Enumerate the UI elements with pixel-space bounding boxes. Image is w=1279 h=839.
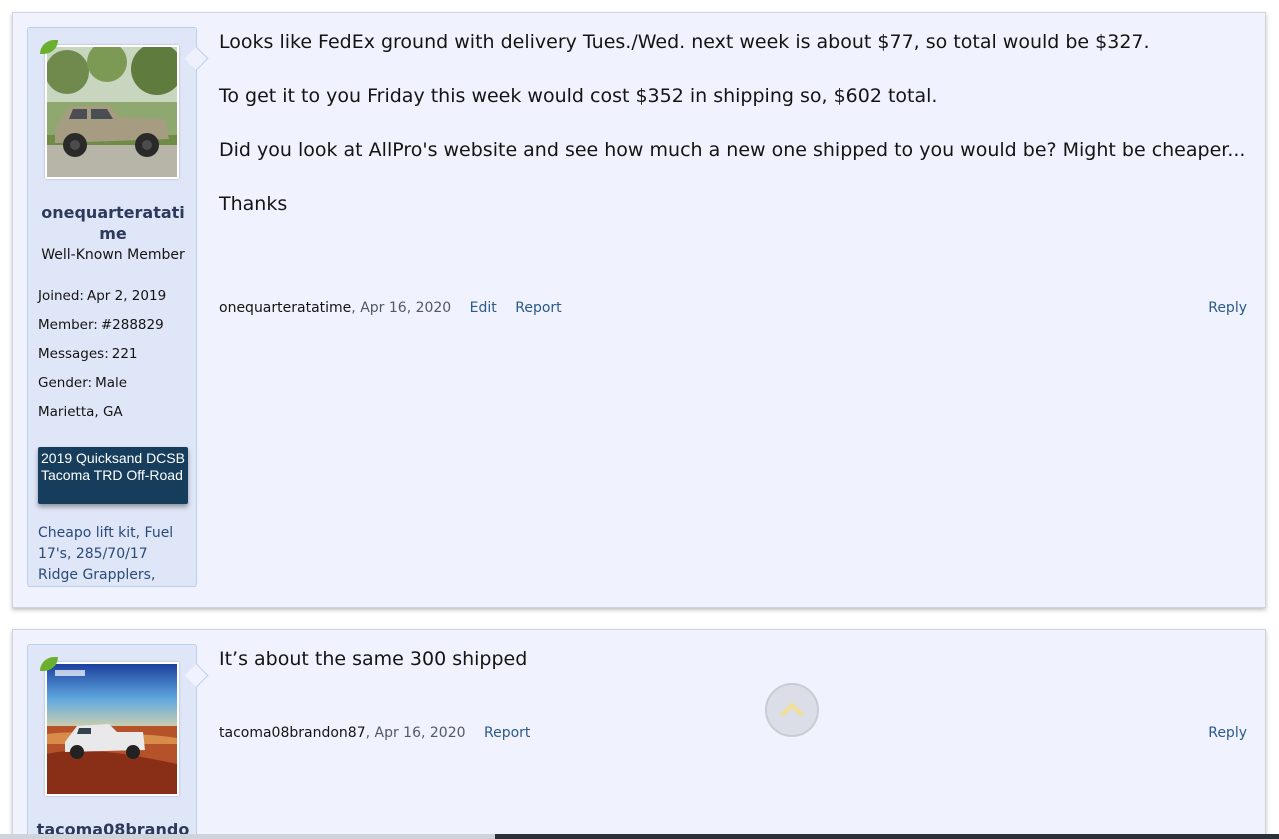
vehicle-badge: 2019 Quicksand DCSB Tacoma TRD Off-Road xyxy=(38,447,188,504)
gender-row: Gender: Male xyxy=(38,373,192,402)
post-date-sep: , xyxy=(365,725,375,741)
avatar[interactable] xyxy=(45,45,179,179)
edit-link[interactable]: Edit xyxy=(470,300,497,316)
chevron-up-icon xyxy=(781,703,803,716)
extra-key: Member: xyxy=(38,317,98,333)
extra-key: Joined: xyxy=(38,288,84,304)
report-link[interactable]: Report xyxy=(515,300,561,316)
message-paragraph: It’s about the same 300 shipped xyxy=(219,648,528,670)
post-author[interactable]: tacoma08brandon87 xyxy=(219,725,366,741)
message-paragraph: To get it to you Friday this week would … xyxy=(219,85,938,107)
message-paragraph: Looks like FedEx ground with delivery Tu… xyxy=(219,31,1150,53)
post-date[interactable]: Apr 16, 2020 xyxy=(375,725,466,741)
message-body: It’s about the same 300 shipped xyxy=(219,646,1247,673)
extra-key: Messages: xyxy=(38,346,109,362)
post-footer: onequarteratatime, Apr 16, 2020 Edit Rep… xyxy=(219,298,1247,318)
scroll-to-top-button[interactable] xyxy=(765,683,819,737)
message-paragraph: Thanks xyxy=(219,193,288,215)
messages-row: Messages: 221 xyxy=(38,344,192,373)
location-row: Marietta, GA xyxy=(38,402,192,431)
post-content: It’s about the same 300 shipped tacoma08… xyxy=(219,646,1247,741)
post-footer: tacoma08brandon87, Apr 16, 2020 Report R… xyxy=(219,723,1247,743)
post-content: Looks like FedEx ground with delivery Tu… xyxy=(219,29,1247,316)
location-text: Marietta, GA xyxy=(38,404,123,420)
post: onequarteratatime Well-Known Member Join… xyxy=(12,12,1266,608)
bottom-edge-dark xyxy=(495,834,1279,839)
reply-link[interactable]: Reply xyxy=(1208,723,1247,743)
message-paragraph: Did you look at AllPro's website and see… xyxy=(219,139,1246,161)
reply-link[interactable]: Reply xyxy=(1208,298,1247,318)
user-info-panel: onequarteratatime Well-Known Member Join… xyxy=(27,27,197,587)
avatar-image-truck xyxy=(47,47,177,177)
user-extras: Joined: Apr 2, 2019 Member: #288829 Messag… xyxy=(38,286,192,431)
extra-value: 221 xyxy=(111,346,138,362)
user-title: Well-Known Member xyxy=(41,247,185,263)
avatar-image-truck-sunset xyxy=(47,664,177,794)
user-info-panel: tacoma08brando xyxy=(27,644,197,839)
avatar[interactable] xyxy=(45,662,179,796)
username[interactable]: onequarteratatime xyxy=(28,202,198,244)
member-row: Member: #288829 xyxy=(38,315,192,344)
report-link[interactable]: Report xyxy=(484,725,530,741)
bottom-edge-bar xyxy=(0,834,1279,839)
signature: Cheapo lift kit, Fuel 17's, 285/70/17 Ri… xyxy=(38,525,174,583)
extra-value: Apr 2, 2019 xyxy=(86,288,167,304)
extra-value: #288829 xyxy=(100,317,164,333)
extra-value: Male xyxy=(95,375,128,391)
message-body: Looks like FedEx ground with delivery Tu… xyxy=(219,29,1247,218)
post-date-sep: , xyxy=(351,300,361,316)
post: tacoma08brando It’s about the same 300 s… xyxy=(12,629,1266,839)
extra-key: Gender: xyxy=(38,375,93,391)
post-author[interactable]: onequarteratatime xyxy=(219,300,351,316)
post-date[interactable]: Apr 16, 2020 xyxy=(360,300,451,316)
joined-row: Joined: Apr 2, 2019 xyxy=(38,286,192,315)
